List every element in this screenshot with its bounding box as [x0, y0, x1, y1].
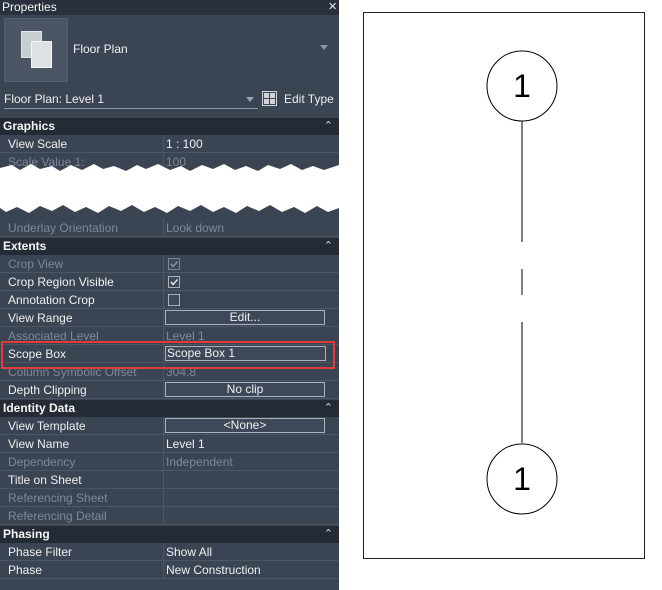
collapse-icon[interactable]: ⌃ — [324, 239, 333, 252]
instance-selector[interactable]: Floor Plan: Level 1 — [4, 92, 104, 106]
property-value[interactable]: Level 1 — [166, 437, 205, 451]
property-label: Crop Region Visible — [8, 275, 114, 289]
row-title-on-sheet[interactable]: Title on Sheet — [0, 471, 339, 489]
torn-edge-break — [0, 164, 339, 213]
property-label: View Name — [8, 437, 70, 451]
section-extents[interactable]: Extents ⌃ — [0, 238, 339, 255]
highlight-box — [1, 341, 335, 369]
section-title: Extents — [3, 239, 47, 253]
row-referencing-detail: Referencing Detail — [0, 507, 339, 525]
section-phasing[interactable]: Phasing ⌃ — [0, 526, 339, 543]
close-icon[interactable]: × — [328, 0, 337, 14]
property-value[interactable]: 1 : 100 — [166, 137, 203, 151]
row-annotation-crop[interactable]: Annotation Crop — [0, 291, 339, 309]
section-graphics[interactable]: Graphics ⌃ — [0, 118, 339, 135]
property-label: Title on Sheet — [8, 473, 82, 487]
row-referencing-sheet: Referencing Sheet — [0, 489, 339, 507]
row-phase[interactable]: Phase New Construction — [0, 561, 339, 579]
property-value: Look down — [166, 221, 225, 235]
crop-region-visible-checkbox[interactable] — [168, 276, 180, 288]
annotation-crop-checkbox[interactable] — [168, 294, 180, 306]
crop-view-checkbox — [168, 258, 180, 270]
property-label: Dependency — [8, 455, 76, 469]
row-underlay-orientation: Underlay Orientation Look down — [0, 219, 339, 237]
property-label: Underlay Orientation — [8, 221, 119, 235]
property-value[interactable]: Show All — [166, 545, 212, 559]
section-title: Graphics — [3, 119, 56, 133]
dropdown-chevron-icon[interactable] — [246, 97, 254, 102]
row-view-range[interactable]: View Range Edit... — [0, 309, 339, 327]
section-identity-data[interactable]: Identity Data ⌃ — [0, 400, 339, 417]
grid-bubble-top-label: 1 — [513, 68, 531, 104]
instance-selector-row: Floor Plan: Level 1 Edit Type — [0, 86, 339, 114]
property-value: Independent — [166, 455, 233, 469]
row-crop-view: Crop View — [0, 255, 339, 273]
depth-clipping-button[interactable]: No clip — [165, 382, 325, 397]
properties-palette: Properties × Floor Plan Floor Plan: Leve… — [0, 0, 339, 590]
section-title: Phasing — [3, 527, 50, 541]
view-template-button[interactable]: <None> — [165, 418, 325, 433]
floor-plan-thumbnail-icon — [4, 18, 68, 82]
grid-line-drawing: 1 1 — [486, 50, 558, 515]
property-label: Referencing Sheet — [8, 491, 108, 505]
property-label: Phase Filter — [8, 545, 73, 559]
row-phase-filter[interactable]: Phase Filter Show All — [0, 543, 339, 561]
property-label: Depth Clipping — [8, 383, 87, 397]
edit-type-icon[interactable] — [262, 91, 277, 106]
view-range-edit-button[interactable]: Edit... — [165, 310, 325, 325]
type-name: Floor Plan — [73, 42, 128, 56]
collapse-icon[interactable]: ⌃ — [324, 527, 333, 540]
property-label: Referencing Detail — [8, 509, 107, 523]
collapse-icon[interactable]: ⌃ — [324, 119, 333, 132]
property-label: View Range — [8, 311, 73, 325]
property-label: View Scale — [8, 137, 68, 151]
property-label: View Template — [8, 419, 86, 433]
grid-bubble-bottom-label: 1 — [513, 461, 531, 497]
collapse-icon[interactable]: ⌃ — [324, 401, 333, 414]
property-label: Crop View — [8, 257, 64, 271]
palette-title: Properties — [2, 0, 57, 14]
row-dependency: Dependency Independent — [0, 453, 339, 471]
chevron-down-icon[interactable] — [320, 45, 328, 50]
type-selector[interactable]: Floor Plan — [0, 15, 339, 85]
property-value[interactable]: New Construction — [166, 563, 261, 577]
row-depth-clipping[interactable]: Depth Clipping No clip — [0, 381, 339, 399]
property-label: Phase — [8, 563, 43, 577]
row-view-name[interactable]: View Name Level 1 — [0, 435, 339, 453]
edit-type-button[interactable]: Edit Type — [284, 92, 334, 106]
row-crop-region-visible[interactable]: Crop Region Visible — [0, 273, 339, 291]
row-view-template[interactable]: View Template <None> — [0, 417, 339, 435]
row-view-scale[interactable]: View Scale 1 : 100 — [0, 135, 339, 153]
section-title: Identity Data — [3, 401, 76, 415]
floor-plan-view[interactable]: 1 1 — [363, 12, 645, 559]
palette-title-bar[interactable]: Properties × — [0, 0, 339, 15]
property-label: Annotation Crop — [8, 293, 95, 307]
